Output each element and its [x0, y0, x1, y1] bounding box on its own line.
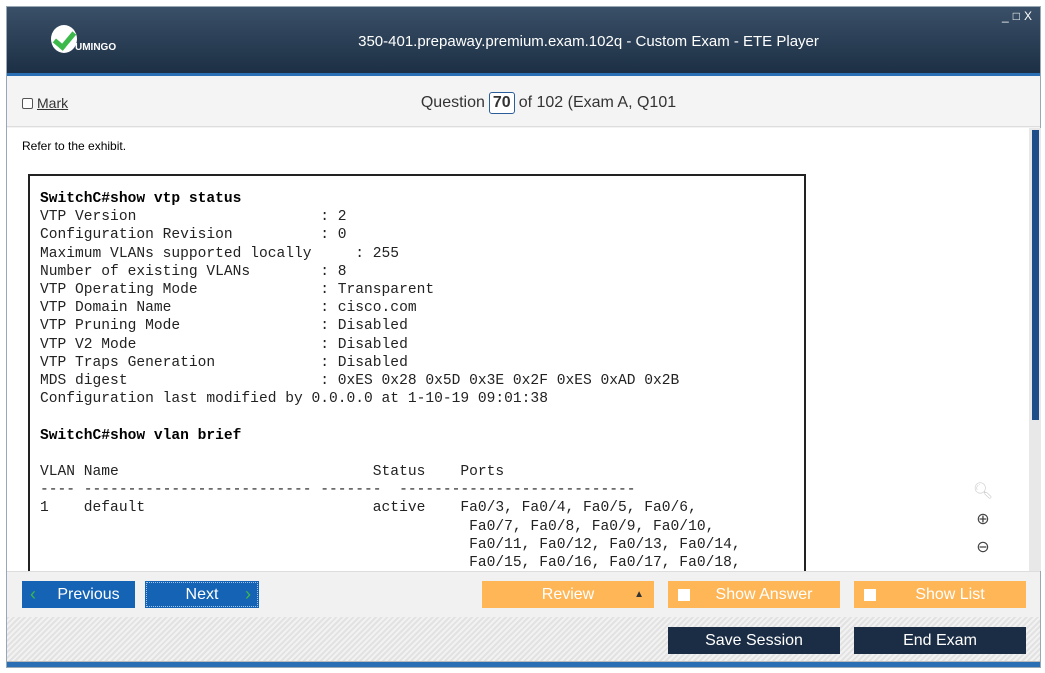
next-label: Next [185, 585, 219, 603]
exhibit-line: MDS digest : 0xES 0x28 0x5D 0x3E 0x2F 0x… [40, 373, 680, 390]
exhibit-line: VTP Pruning Mode : Disabled [40, 318, 408, 335]
title-bar: UMINGO 350-401.prepaway.premium.exam.102… [7, 7, 1040, 76]
exhibit-line: VTP Operating Mode : Transparent [40, 282, 435, 299]
question-total: of 102 (Exam A, Q101 [518, 94, 677, 111]
question-number-input[interactable]: 70 [488, 92, 515, 114]
exhibit-text: SwitchC#show vtp status VTP Version : 2 … [40, 190, 794, 571]
search-icon: 🔍︎ [972, 483, 994, 500]
exhibit-line: VTP V2 Mode : Disabled [40, 336, 408, 353]
chevron-left-icon: ‹ [30, 584, 36, 604]
question-bar: Mark Question 70 of 102 (Exam A, Q101 [7, 79, 1040, 127]
exhibit-image: SwitchC#show vtp status VTP Version : 2 … [28, 174, 806, 571]
question-indicator: Question 70 of 102 (Exam A, Q101 [7, 92, 1040, 114]
minimize-button[interactable]: _ [1002, 9, 1013, 23]
review-label: Review [541, 585, 595, 603]
save-session-button[interactable]: Save Session [668, 627, 840, 654]
next-button[interactable]: Next › [145, 581, 259, 608]
exhibit-line: Number of existing VLANs : 8 [40, 263, 347, 280]
navigation-toolbar: ‹ Previous Next › Review ▲ Show Answer Show… [7, 571, 1040, 617]
previous-button[interactable]: ‹ Previous [22, 581, 135, 608]
maximize-button[interactable]: □ [1013, 9, 1024, 23]
checkbox-icon[interactable] [864, 588, 876, 601]
checkbox-icon[interactable] [678, 588, 690, 601]
exhibit-line: Fa0/11, Fa0/12, Fa0/13, Fa0/14, [40, 536, 741, 553]
show-list-label: Show List [915, 585, 985, 603]
exhibit-line: Configuration Revision : 0 [40, 227, 347, 244]
close-button[interactable]: X [1024, 9, 1036, 23]
exhibit-line: Maximum VLANs supported locally : 255 [40, 245, 400, 262]
exhibit-line: SwitchC#show vlan brief [40, 427, 242, 444]
show-list-button[interactable]: Show List [854, 581, 1026, 608]
exhibit-line: VTP Version : 2 [40, 209, 347, 226]
footer-bar: Save Session End Exam [7, 617, 1040, 663]
zoom-out-icon[interactable]: ⊖ [969, 534, 997, 562]
review-button[interactable]: Review ▲ [482, 581, 654, 608]
window-title: 350-401.prepaway.premium.exam.102q - Cus… [358, 33, 819, 50]
scrollbar-thumb[interactable] [1032, 130, 1039, 420]
vertical-scrollbar[interactable] [1029, 128, 1041, 571]
bottom-accent-line [7, 661, 1040, 667]
exhibit-line: VTP Traps Generation : Disabled [40, 354, 408, 371]
show-answer-label: Show Answer [715, 585, 813, 603]
exhibit-line: Fa0/7, Fa0/8, Fa0/9, Fa0/10, [40, 518, 715, 535]
show-answer-button[interactable]: Show Answer [668, 581, 840, 608]
exhibit-line: Fa0/15, Fa0/16, Fa0/17, Fa0/18, [40, 555, 741, 571]
chevron-right-icon: › [245, 584, 251, 604]
question-label: Question [420, 94, 485, 111]
zoom-in-icon[interactable]: ⊕ [969, 506, 997, 534]
question-text: Refer to the exhibit. [22, 139, 127, 153]
exhibit-line: ---- -------------------------- ------- … [40, 482, 636, 499]
exhibit-line: Configuration last modified by 0.0.0.0 a… [40, 391, 548, 408]
app-window: UMINGO 350-401.prepaway.premium.exam.102… [6, 6, 1041, 668]
previous-label: Previous [57, 585, 120, 603]
zoom-controls: 🔍︎ ⊕ ⊖ [969, 478, 997, 562]
exhibit-line: VLAN Name Status Ports [40, 464, 505, 481]
exhibit-line: SwitchC#show vtp status [40, 191, 242, 207]
exhibit-line: 1 default active Fa0/3, Fa0/4, Fa0/5, Fa… [40, 500, 697, 517]
caret-up-icon: ▲ [634, 589, 644, 600]
end-exam-button[interactable]: End Exam [854, 627, 1026, 654]
exhibit-line: VTP Domain Name : cisco.com [40, 300, 417, 317]
question-content: Refer to the exhibit. SwitchC#show vtp s… [7, 128, 1029, 571]
